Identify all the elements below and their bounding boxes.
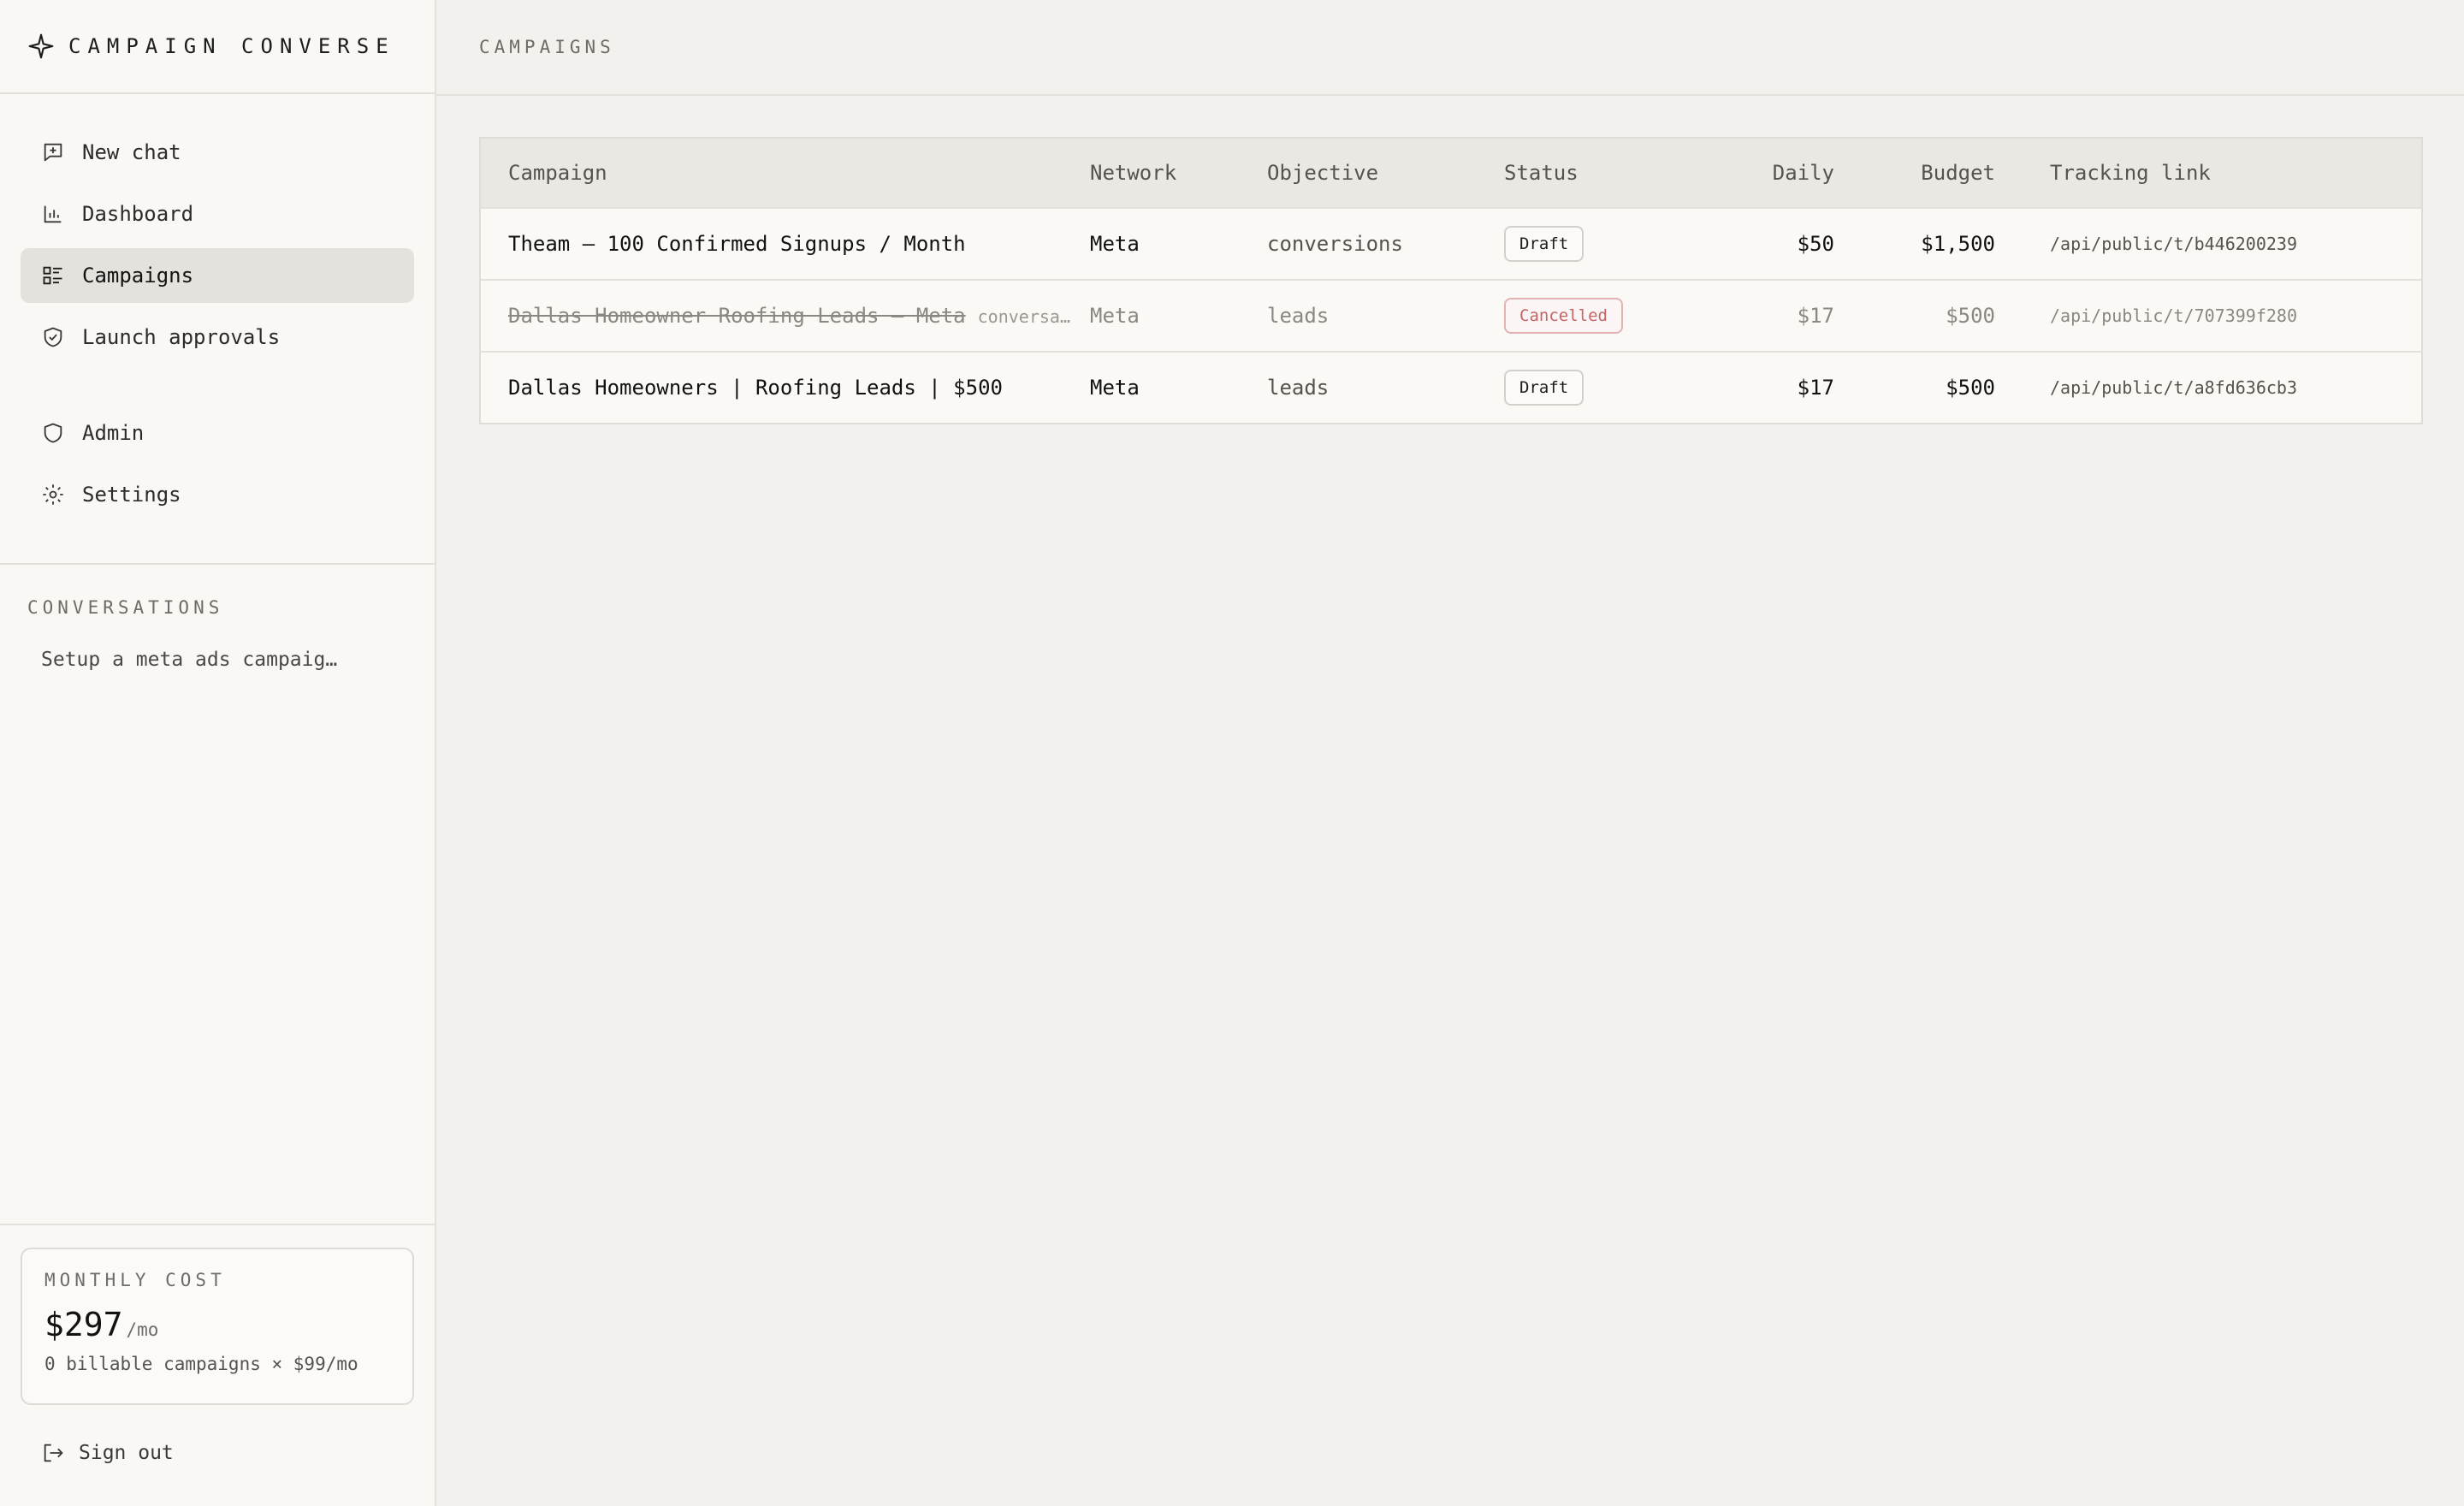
sidebar-item-label: Admin xyxy=(82,421,145,445)
sidebar-item-new-chat[interactable]: New chat xyxy=(21,125,414,180)
campaign-name-cell: Dallas Homeowner Roofing Leads — Meta con… xyxy=(481,304,1090,328)
campaign-name-cell: Dallas Homeowners | Roofing Leads | $500 xyxy=(481,376,1090,400)
sidebar-nav: New chat Dashboard Campaigns Launch appr… xyxy=(0,94,435,529)
daily-cell: $17 xyxy=(1797,304,1834,328)
app-name: CAMPAIGN CONVERSE xyxy=(68,34,395,58)
campaign-name: Dallas Homeowner Roofing Leads — Meta xyxy=(508,304,966,328)
network-cell: Meta xyxy=(1090,232,1140,256)
objective-cell: leads xyxy=(1267,304,1330,328)
conversations-heading: CONVERSATIONS xyxy=(27,597,224,618)
sign-out-icon xyxy=(41,1441,65,1465)
sidebar-item-label: Dashboard xyxy=(82,202,194,226)
table-row[interactable]: Dallas Homeowner Roofing Leads — Meta con… xyxy=(481,279,2421,351)
status-cell: Cancelled xyxy=(1504,298,1692,334)
sidebar-item-launch-approvals[interactable]: Launch approvals xyxy=(21,310,414,365)
campaign-list-icon xyxy=(41,264,65,288)
sidebar-item-label: New chat xyxy=(82,140,181,164)
table-header: Campaign Network Objective Status Daily … xyxy=(481,139,2421,207)
objective-cell: leads xyxy=(1267,376,1330,400)
sidebar-item-label: Campaigns xyxy=(82,264,194,288)
sidebar-item-label: Launch approvals xyxy=(82,325,281,349)
app-root: CAMPAIGN CONVERSE New chat Dashboard Cam… xyxy=(0,0,2464,1506)
status-badge: Draft xyxy=(1504,226,1584,262)
bar-chart-icon xyxy=(41,202,65,226)
tracking-link[interactable]: /api/public/t/b446200239 xyxy=(1995,234,2421,254)
sparkle-icon xyxy=(27,33,55,60)
status-cell: Draft xyxy=(1504,226,1692,262)
campaign-name: Dallas Homeowners | Roofing Leads | $500 xyxy=(508,376,1003,400)
column-header-status[interactable]: Status xyxy=(1504,161,1692,185)
campaign-name-cell: Theam — 100 Confirmed Signups / Month xyxy=(481,232,1090,256)
brand[interactable]: CAMPAIGN CONVERSE xyxy=(0,0,435,94)
conversation-item[interactable]: Setup a meta ads campaig… xyxy=(0,618,435,671)
tracking-link[interactable]: /api/public/t/707399f280 xyxy=(1995,305,2421,326)
column-header-budget[interactable]: Budget xyxy=(1834,161,1995,185)
budget-cell: $500 xyxy=(1946,376,1995,400)
tracking-link[interactable]: /api/public/t/a8fd636cb3 xyxy=(1995,377,2421,398)
monthly-cost-value: $297 xyxy=(44,1306,123,1343)
status-badge: Cancelled xyxy=(1504,298,1623,334)
column-header-daily[interactable]: Daily xyxy=(1692,161,1834,185)
column-header-network[interactable]: Network xyxy=(1090,161,1267,185)
network-cell: Meta xyxy=(1090,376,1140,400)
sidebar-item-settings[interactable]: Settings xyxy=(21,467,414,522)
daily-cell: $17 xyxy=(1797,376,1834,400)
column-header-tracking-link[interactable]: Tracking link xyxy=(1995,161,2421,185)
budget-cell: $1,500 xyxy=(1921,232,1995,256)
sidebar-footer: MONTHLY COST $297 /mo 0 billable campaig… xyxy=(0,1224,435,1465)
monthly-cost-amount: $297 /mo xyxy=(44,1306,412,1343)
top-bar: CAMPAIGNS xyxy=(436,0,2464,96)
column-header-campaign[interactable]: Campaign xyxy=(481,161,1090,185)
sidebar-item-campaigns[interactable]: Campaigns xyxy=(21,248,414,303)
table-row[interactable]: Dallas Homeowners | Roofing Leads | $500… xyxy=(481,351,2421,423)
monthly-cost-label: MONTHLY COST xyxy=(44,1270,226,1290)
budget-cell: $500 xyxy=(1946,304,1995,328)
monthly-cost-unit: /mo xyxy=(126,1319,159,1340)
network-cell: Meta xyxy=(1090,304,1140,328)
campaign-name: Theam — 100 Confirmed Signups / Month xyxy=(508,232,966,256)
main-content: CAMPAIGNS Campaign Network Objective Sta… xyxy=(436,0,2464,1506)
sidebar-item-admin[interactable]: Admin xyxy=(21,406,414,460)
campaigns-table: Campaign Network Objective Status Daily … xyxy=(479,137,2423,424)
column-header-objective[interactable]: Objective xyxy=(1267,161,1504,185)
sign-out-button[interactable]: Sign out xyxy=(21,1405,414,1465)
gear-icon xyxy=(41,483,65,507)
shield-check-icon xyxy=(41,325,65,349)
objective-cell: conversions xyxy=(1267,232,1403,256)
sidebar: CAMPAIGN CONVERSE New chat Dashboard Cam… xyxy=(0,0,436,1506)
monthly-cost-card: MONTHLY COST $297 /mo 0 billable campaig… xyxy=(21,1248,414,1405)
status-badge: Draft xyxy=(1504,370,1584,406)
campaign-tag: conversa… xyxy=(977,306,1070,327)
daily-cell: $50 xyxy=(1797,232,1834,256)
monthly-cost-detail: 0 billable campaigns × $99/mo xyxy=(44,1354,358,1374)
status-cell: Draft xyxy=(1504,370,1692,406)
shield-icon xyxy=(41,421,65,445)
sidebar-item-label: Settings xyxy=(82,483,181,507)
sidebar-item-dashboard[interactable]: Dashboard xyxy=(21,187,414,241)
page-title: CAMPAIGNS xyxy=(479,37,615,57)
new-chat-icon xyxy=(41,140,65,164)
sign-out-label: Sign out xyxy=(79,1442,174,1464)
table-row[interactable]: Theam — 100 Confirmed Signups / Month Me… xyxy=(481,207,2421,279)
